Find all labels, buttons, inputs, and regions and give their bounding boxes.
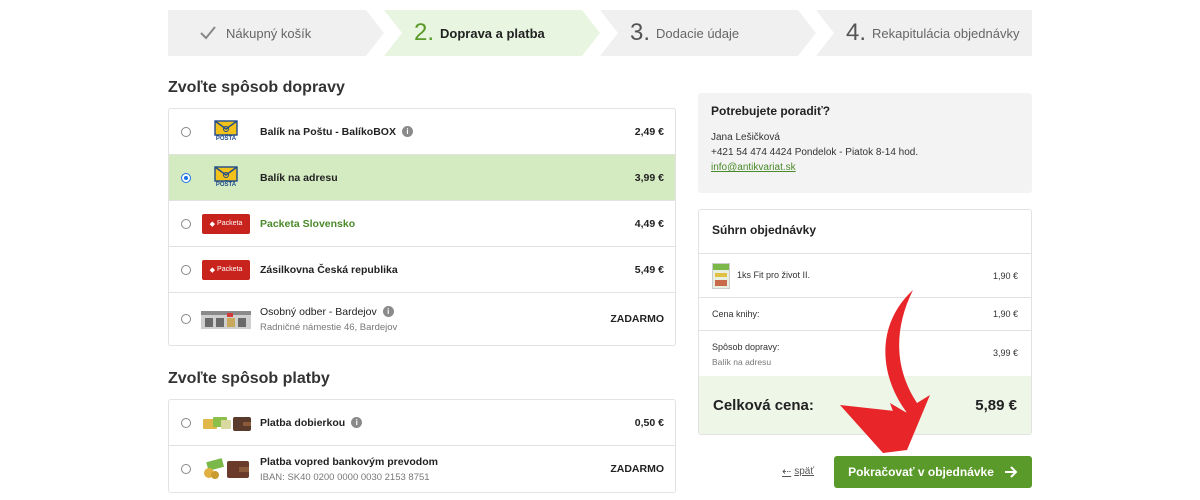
summary-shipping-price: 3,99 € bbox=[992, 348, 1018, 358]
help-title: Potrebujete poradiť? bbox=[711, 104, 831, 118]
option-name: Balík na adresu bbox=[260, 171, 338, 184]
continue-button[interactable]: Pokračovať v objednávke bbox=[834, 456, 1032, 488]
summary-shipping-label: Spôsob dopravy: bbox=[712, 342, 780, 352]
check-icon bbox=[200, 26, 216, 40]
option-address: Radničné námestie 46, Bardejov bbox=[260, 321, 398, 333]
shipping-options: POŠTA Balík na Poštu - BalíkoBOX i 2,49 €… bbox=[168, 108, 676, 346]
help-phone[interactable]: +421 54 474 4424 bbox=[711, 147, 792, 158]
option-name: Osobný odber - Bardejov bbox=[260, 305, 377, 318]
summary-shipping-method: Balík na adresu bbox=[712, 357, 772, 367]
payment-radio[interactable] bbox=[181, 464, 191, 474]
step-label: Nákupný košík bbox=[226, 25, 312, 41]
step-delivery-details: 3. Dodacie údaje bbox=[600, 10, 816, 56]
option-name: Balík na Poštu - BalíkoBOX bbox=[260, 125, 396, 138]
help-box: Potrebujete poradiť? Jana Lešičková +421… bbox=[698, 93, 1032, 193]
step-label: Dodacie údaje bbox=[656, 25, 740, 41]
shipping-option-pickup-bardejov[interactable]: Osobný odber - Bardejov i Radničné námest… bbox=[169, 293, 675, 345]
help-hours: Pondelok - Piatok 8-14 hod. bbox=[794, 147, 919, 158]
back-label: späť bbox=[794, 466, 815, 477]
option-price: 2,49 € bbox=[634, 125, 664, 138]
option-price: ZADARMO bbox=[610, 313, 664, 325]
option-price: 5,49 € bbox=[634, 263, 664, 276]
summary-total: Celková cena: 5,89 € bbox=[699, 376, 1031, 434]
step-number: 2. bbox=[414, 19, 435, 46]
packeta-logo: ◆ Packeta bbox=[201, 259, 251, 281]
slovenska-posta-logo: POŠTA bbox=[201, 165, 251, 189]
option-price: 3,99 € bbox=[634, 171, 664, 184]
summary-item-price: 1,90 € bbox=[992, 271, 1018, 281]
step-shipping-payment: 2. Doprava a platba bbox=[384, 10, 600, 56]
option-name: Platba dobierkou bbox=[260, 416, 346, 429]
payment-option-cod[interactable]: Platba dobierkou i 0,50 € bbox=[169, 400, 675, 446]
summary-books-label: Cena knihy: bbox=[712, 309, 760, 319]
back-link[interactable]: ⇠ späť bbox=[782, 465, 814, 478]
total-price: 5,89 € bbox=[975, 396, 1017, 414]
option-name: Packeta Slovensko bbox=[260, 217, 356, 230]
summary-books-row: Cena knihy: 1,90 € bbox=[699, 298, 1031, 331]
slovenska-posta-logo: POŠTA bbox=[201, 119, 251, 143]
summary-title: Súhrn objednávky bbox=[699, 210, 1031, 254]
info-icon[interactable]: i bbox=[351, 417, 363, 428]
shipping-heading: Zvoľte spôsob dopravy bbox=[168, 79, 345, 96]
continue-label: Pokračovať v objednávke bbox=[848, 465, 994, 479]
total-label: Celková cena: bbox=[713, 396, 814, 414]
option-price: 0,50 € bbox=[634, 416, 664, 429]
payment-option-bank-transfer[interactable]: Platba vopred bankovým prevodom IBAN: SK… bbox=[169, 446, 675, 492]
step-label: Doprava a platba bbox=[440, 25, 545, 41]
shipping-option-packeta-sk[interactable]: ◆ Packeta Packeta Slovensko 4,49 € bbox=[169, 201, 675, 247]
cards-wallet-icon bbox=[201, 412, 251, 434]
storefront-icon bbox=[201, 308, 251, 330]
summary-item-row: 1ks Fit pro život II. 1,90 € bbox=[699, 254, 1031, 298]
step-number: 3. bbox=[630, 19, 651, 46]
option-price: 4,49 € bbox=[634, 217, 664, 230]
shipping-radio-selected[interactable] bbox=[181, 172, 191, 183]
payment-options: Platba dobierkou i 0,50 € Platba vopred b… bbox=[168, 399, 676, 493]
option-iban: IBAN: SK40 0200 0000 0030 2153 8751 bbox=[260, 471, 430, 483]
payment-radio[interactable] bbox=[181, 417, 191, 428]
payment-heading: Zvoľte spôsob platby bbox=[168, 370, 330, 387]
shipping-radio[interactable] bbox=[181, 314, 191, 324]
shipping-option-address[interactable]: POŠTA Balík na adresu 3,99 € bbox=[169, 155, 675, 201]
option-name: Platba vopred bankovým prevodom bbox=[260, 455, 438, 468]
option-price: ZADARMO bbox=[610, 463, 664, 475]
info-icon[interactable]: i bbox=[401, 126, 413, 137]
summary-shipping-row: Spôsob dopravy: Balík na adresu 3,99 € bbox=[699, 331, 1031, 377]
summary-books-price: 1,90 € bbox=[992, 309, 1018, 319]
info-icon[interactable]: i bbox=[382, 306, 394, 317]
help-email-link[interactable]: info@antikvariat.sk bbox=[711, 162, 796, 173]
step-recap: 4. Rekapitulácia objednávky bbox=[816, 10, 1032, 56]
step-label: Rekapitulácia objednávky bbox=[872, 25, 1020, 41]
help-contact-name: Jana Lešičková bbox=[711, 132, 780, 143]
option-name: Zásilkovna Česká republika bbox=[260, 263, 398, 276]
step-number: 4. bbox=[846, 19, 867, 46]
arrow-right-icon bbox=[1004, 466, 1018, 478]
money-wallet-icon bbox=[201, 458, 251, 480]
packeta-logo: ◆ Packeta bbox=[201, 213, 251, 235]
order-summary: Súhrn objednávky 1ks Fit pro život II. 1… bbox=[698, 209, 1032, 435]
summary-item-label: 1ks Fit pro život II. bbox=[737, 270, 811, 280]
shipping-radio[interactable] bbox=[181, 126, 191, 137]
shipping-radio[interactable] bbox=[181, 218, 191, 229]
step-cart[interactable]: Nákupný košík bbox=[168, 10, 384, 56]
checkout-steps: Nákupný košík 2. Doprava a platba 3. Dod… bbox=[168, 10, 1032, 56]
arrow-left-icon: ⇠ bbox=[782, 466, 792, 478]
shipping-radio[interactable] bbox=[181, 264, 191, 275]
shipping-option-zasilkovna-cz[interactable]: ◆ Packeta Zásilkovna Česká republika 5,49… bbox=[169, 247, 675, 293]
book-thumbnail bbox=[712, 263, 730, 289]
shipping-option-balikobox[interactable]: POŠTA Balík na Poštu - BalíkoBOX i 2,49 € bbox=[169, 109, 675, 155]
